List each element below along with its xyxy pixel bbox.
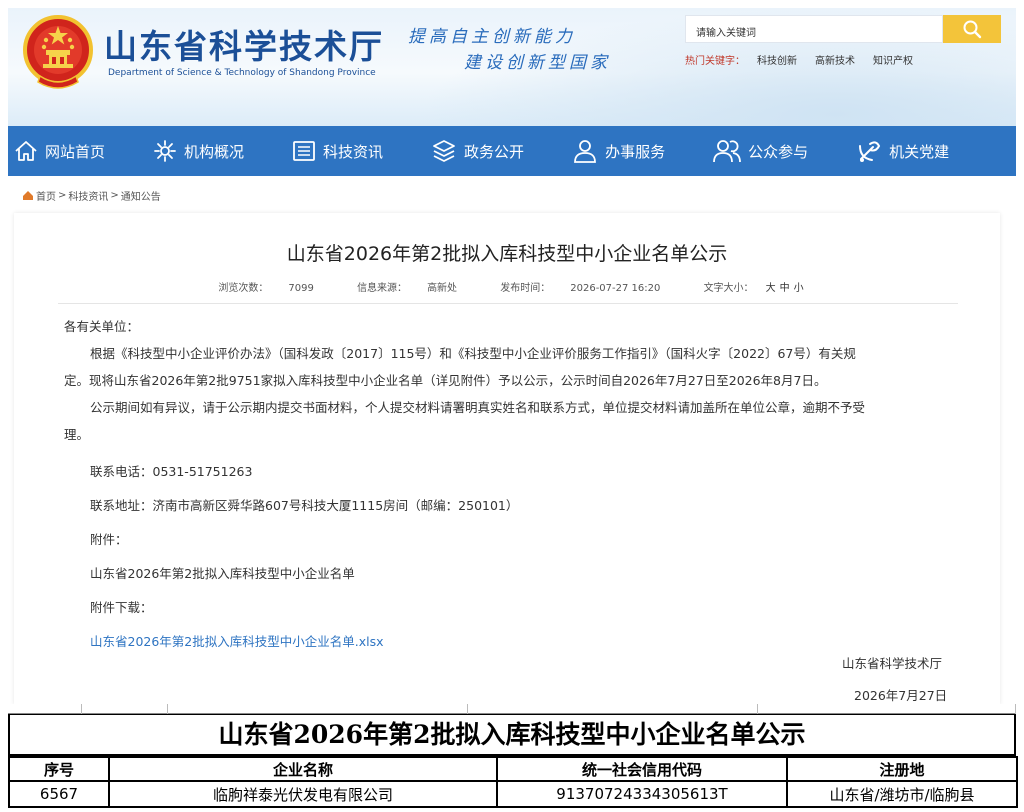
font-size-label: 文字大小：: [703, 283, 754, 294]
font-size-large-button[interactable]: 大: [766, 283, 776, 294]
views-count: 7099: [288, 283, 314, 294]
nav-item-home[interactable]: 网站首页: [14, 126, 105, 176]
settings-icon: [154, 140, 176, 162]
font-size-small-button[interactable]: 小: [794, 283, 804, 294]
signature: 山东省科学技术厅: [842, 656, 943, 671]
article-meta: 浏览次数： 7099 信息来源： 高新处 发布时间： 2026-07-27 16:20…: [14, 279, 1000, 294]
nav-item-label: 网站首页: [45, 142, 106, 161]
nav-item-party[interactable]: 机关党建: [856, 126, 949, 176]
nav-item-label: 机构概况: [184, 142, 245, 161]
table-row: 6567 临朐祥泰光伏发电有限公司 91370724334305613T 山东省…: [8, 780, 1018, 808]
home-icon: [23, 191, 33, 200]
sheet-gridlines: [8, 704, 1016, 714]
article-panel: 山东省2026年第2批拟入库科技型中小企业名单公示 浏览次数： 7099 信息来源…: [14, 213, 1000, 705]
article-contacts: 联系电话：0531-51751263 联系地址：济南市高新区舜华路607号科技大…: [64, 455, 944, 659]
national-emblem-icon: [23, 15, 93, 89]
column-header-index: 序号: [8, 756, 110, 782]
time-meta: 发布时间： 2026-07-27 16:20: [490, 283, 670, 294]
layers-icon: [433, 140, 455, 162]
source-value: 高新处: [427, 283, 458, 294]
attachment-download-link[interactable]: 山东省2026年第2批拟入库科技型中小企业名单.xlsx: [90, 634, 384, 649]
source-label: 信息来源：: [357, 283, 408, 294]
views-meta: 浏览次数： 7099: [208, 283, 323, 294]
breadcrumb-separator: >: [58, 190, 67, 201]
column-header-credit-code: 统一社会信用代码: [496, 756, 788, 782]
search-icon: [963, 20, 982, 39]
attachment-label: 附件：: [90, 532, 128, 547]
site-title: 山东省科学技术厅: [104, 27, 384, 66]
nav-item-about[interactable]: 机构概况: [153, 126, 244, 176]
hot-keywords-label: 热门关键字：: [685, 56, 745, 67]
article-title: 山东省2026年第2批拟入库科技型中小企业名单公示: [286, 243, 728, 265]
hot-keyword-link[interactable]: 知识产权: [873, 52, 913, 67]
nav-item-public[interactable]: 公众参与: [713, 126, 808, 176]
column-header-company: 企业名称: [108, 756, 498, 782]
search-button[interactable]: [943, 15, 1001, 43]
font-size-medium-button[interactable]: 中: [780, 283, 790, 294]
breadcrumb-item[interactable]: 通知公告: [121, 188, 161, 203]
hot-keyword-link[interactable]: 科技创新: [757, 52, 797, 67]
search-input[interactable]: 请输入关键词: [685, 15, 943, 43]
user-icon: [574, 140, 596, 163]
time-label: 发布时间：: [500, 283, 551, 294]
nav-item-news[interactable]: 科技资讯: [292, 126, 383, 176]
site-header: 山东省科学技术厅 Department of Science & Technol…: [8, 8, 1016, 126]
company-table: 序号 企业名称 统一社会信用代码 注册地 6567 临朐祥泰光伏发电有限公司 9…: [8, 756, 1018, 808]
nav-item-label: 办事服务: [605, 142, 666, 161]
table-header-row: 序号 企业名称 统一社会信用代码 注册地: [8, 756, 1018, 782]
nav-item-services[interactable]: 办事服务: [572, 126, 665, 176]
cell-index: 6567: [8, 780, 110, 808]
main-nav: 网站首页 机构概况 科技资讯 政务公开 办事服务 公众参与 机关党建: [8, 126, 1016, 176]
spreadsheet-excerpt: 山东省2026年第2批拟入库科技型中小企业名单公示 序号 企业名称 统一社会信用…: [0, 704, 1024, 812]
party-icon: [859, 141, 881, 162]
nav-item-label: 公众参与: [748, 142, 809, 161]
paragraph-1-line-1: 根据《科技型中小企业评价办法》（国科发政〔2017〕115号）和《科技型中小企业…: [90, 346, 856, 361]
paragraph-2-line-2: 理。: [64, 427, 90, 442]
sheet-title: 山东省2026年第2批拟入库科技型中小企业名单公示: [8, 714, 1016, 756]
publish-date: 2026年7月27日: [854, 688, 948, 703]
breadcrumb: 首页 > 科技资讯 > 通知公告: [22, 188, 161, 203]
nav-item-label: 科技资讯: [323, 142, 384, 161]
breadcrumb-separator: >: [110, 190, 119, 201]
article-body: 各有关单位： 根据《科技型中小企业评价办法》（国科发政〔2017〕115号）和《…: [64, 313, 944, 448]
source-meta: 信息来源： 高新处: [347, 283, 467, 294]
title-divider: [58, 303, 958, 304]
hot-keyword-link[interactable]: 高新技术: [815, 52, 855, 67]
slogan-line-1: 提高自主创新能力: [408, 27, 576, 47]
views-label: 浏览次数：: [218, 283, 269, 294]
greeting: 各有关单位：: [64, 319, 140, 334]
news-icon: [293, 141, 315, 161]
hot-keywords: 热门关键字： 科技创新 高新技术 知识产权: [685, 52, 913, 67]
home-icon: [15, 141, 37, 161]
cell-location: 山东省/潍坊市/临朐县: [786, 780, 1018, 808]
group-icon: [713, 140, 741, 163]
paragraph-2-line-1: 公示期间如有异议，请于公示期内提交书面材料，个人提交材料请署明真实姓名和联系方式…: [90, 400, 866, 415]
contact-address: 联系地址：济南市高新区舜华路607号科技大厦1115房间（邮编：250101）: [90, 498, 519, 513]
slogan-line-2: 建设创新型国家: [464, 53, 611, 73]
nav-item-label: 政务公开: [464, 142, 525, 161]
paragraph-1-line-2: 定。现将山东省2026年第2批9751家拟入库科技型中小企业名单（详见附件）予以…: [64, 373, 827, 388]
breadcrumb-item[interactable]: 首页: [36, 188, 56, 203]
cell-company-name: 临朐祥泰光伏发电有限公司: [108, 780, 498, 808]
publish-time: 2026-07-27 16:20: [570, 283, 661, 294]
attachment-name: 山东省2026年第2批拟入库科技型中小企业名单: [90, 566, 355, 581]
nav-item-label: 机关党建: [889, 142, 950, 161]
download-label: 附件下载：: [90, 600, 153, 615]
contact-phone: 联系电话：0531-51751263: [90, 464, 253, 479]
nav-item-affairs[interactable]: 政务公开: [431, 126, 524, 176]
column-header-location: 注册地: [786, 756, 1018, 782]
breadcrumb-item[interactable]: 科技资讯: [68, 188, 108, 203]
site-subtitle: Department of Science & Technology of Sh…: [108, 68, 376, 78]
cell-credit-code: 91370724334305613T: [496, 780, 788, 808]
font-size-meta: 文字大小： 大中小: [694, 283, 806, 294]
